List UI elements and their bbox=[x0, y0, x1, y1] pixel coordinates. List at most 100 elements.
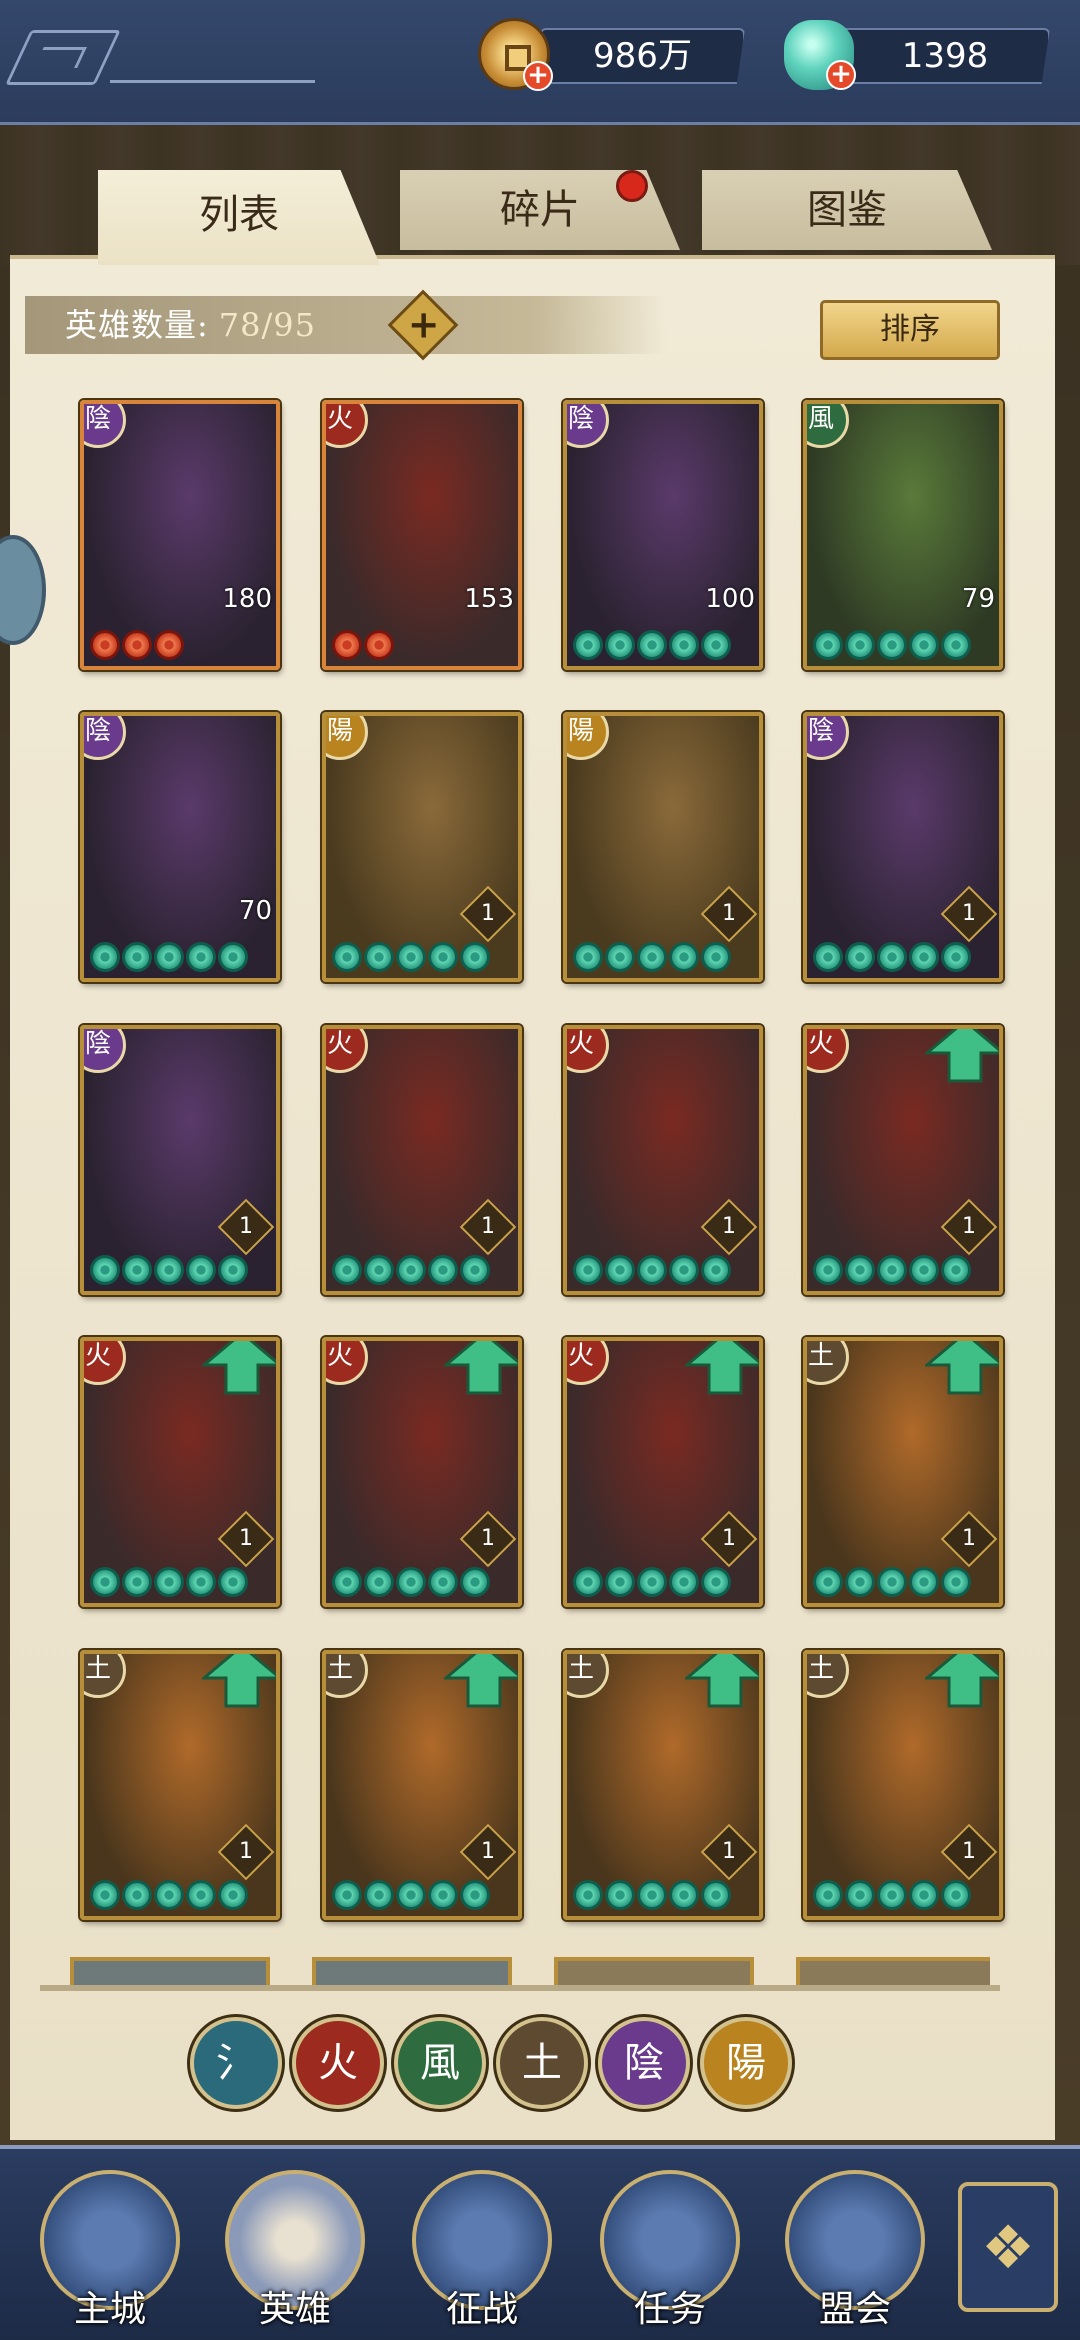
hero-card[interactable]: 火1 bbox=[322, 1337, 522, 1607]
hero-card[interactable] bbox=[70, 1957, 270, 1985]
upgrade-arrow-icon bbox=[925, 1341, 999, 1395]
level-value: 1 bbox=[481, 1839, 495, 1864]
level-badge: 180 bbox=[222, 584, 272, 614]
level-value: 1 bbox=[481, 1214, 495, 1239]
hero-card[interactable]: 陰 180 bbox=[80, 400, 280, 670]
star-rating bbox=[573, 630, 731, 660]
star-icon bbox=[218, 942, 248, 972]
star-icon bbox=[637, 1567, 667, 1597]
tab-list[interactable]: 列表 bbox=[98, 170, 380, 265]
hero-card[interactable]: 風 79 bbox=[803, 400, 1003, 670]
filter-yang-button[interactable]: 陽 bbox=[700, 2017, 792, 2109]
hero-card[interactable]: 陰 70 bbox=[80, 712, 280, 982]
star-icon bbox=[637, 1255, 667, 1285]
level-badge: 79 bbox=[961, 584, 995, 614]
add-gems-icon[interactable]: + bbox=[826, 60, 856, 90]
star-icon bbox=[90, 630, 120, 660]
filter-earth-button[interactable]: 土 bbox=[496, 2017, 588, 2109]
star-icon bbox=[909, 1567, 939, 1597]
hero-card[interactable]: 土1 bbox=[80, 1650, 280, 1920]
hero-card[interactable]: 陰1 bbox=[803, 712, 1003, 982]
hero-card[interactable]: 火 153 bbox=[322, 400, 522, 670]
add-coins-icon[interactable]: + bbox=[523, 61, 553, 91]
tab-codex[interactable]: 图鉴 bbox=[702, 170, 992, 250]
star-icon bbox=[154, 942, 184, 972]
star-icon bbox=[364, 1255, 394, 1285]
star-icon bbox=[845, 942, 875, 972]
star-icon bbox=[877, 942, 907, 972]
star-icon bbox=[122, 630, 152, 660]
star-icon bbox=[90, 1255, 120, 1285]
hero-card[interactable]: 陽1 bbox=[563, 712, 763, 982]
star-icon bbox=[909, 630, 939, 660]
star-rating bbox=[90, 942, 248, 972]
gem-pouch-icon[interactable]: + bbox=[784, 20, 856, 90]
nav-guild[interactable]: 盟会 bbox=[785, 2170, 925, 2330]
nav-battle[interactable]: 征战 bbox=[412, 2170, 552, 2330]
star-icon bbox=[813, 1880, 843, 1910]
upgrade-arrow-icon bbox=[202, 1341, 276, 1395]
hero-count-label: 英雄数量: bbox=[65, 306, 209, 344]
hero-card[interactable]: 火1 bbox=[322, 1025, 522, 1295]
level-badge: 153 bbox=[464, 584, 514, 614]
hero-card[interactable]: 土1 bbox=[803, 1650, 1003, 1920]
nav-label: 英雄 bbox=[258, 2289, 331, 2330]
hero-card[interactable]: 火1 bbox=[80, 1337, 280, 1607]
star-icon bbox=[332, 1880, 362, 1910]
star-rating bbox=[332, 630, 394, 660]
hero-card[interactable]: 陰1 bbox=[80, 1025, 280, 1295]
star-icon bbox=[813, 1567, 843, 1597]
star-icon bbox=[332, 942, 362, 972]
star-rating bbox=[813, 1880, 971, 1910]
star-icon bbox=[460, 1567, 490, 1597]
nav-city[interactable]: 主城 bbox=[40, 2170, 180, 2330]
filter-fire-button[interactable]: 火 bbox=[292, 2017, 384, 2109]
nav-heroes[interactable]: 英雄 bbox=[225, 2170, 365, 2330]
hero-card[interactable] bbox=[554, 1957, 754, 1985]
nav-label: 征战 bbox=[445, 2289, 518, 2330]
star-icon bbox=[573, 942, 603, 972]
star-rating bbox=[90, 1880, 248, 1910]
star-icon bbox=[460, 1880, 490, 1910]
star-icon bbox=[154, 1567, 184, 1597]
hero-card[interactable]: 土1 bbox=[322, 1650, 522, 1920]
upgrade-arrow-icon bbox=[925, 1029, 999, 1083]
star-icon bbox=[669, 630, 699, 660]
filter-yin-button[interactable]: 陰 bbox=[598, 2017, 690, 2109]
hero-card[interactable]: 陽1 bbox=[322, 712, 522, 982]
hero-card[interactable]: 火1 bbox=[563, 1025, 763, 1295]
divider bbox=[110, 80, 315, 83]
star-rating bbox=[332, 942, 490, 972]
star-icon bbox=[941, 1567, 971, 1597]
filter-water-button[interactable]: 氵 bbox=[190, 2017, 282, 2109]
nav-quests[interactable]: 任务 bbox=[600, 2170, 740, 2330]
star-rating bbox=[813, 1255, 971, 1285]
hero-card[interactable]: 火1 bbox=[563, 1337, 763, 1607]
coin-icon[interactable]: + bbox=[478, 18, 553, 91]
hero-card[interactable]: 土1 bbox=[563, 1650, 763, 1920]
star-icon bbox=[605, 942, 635, 972]
sort-button[interactable]: 排序 bbox=[820, 300, 1000, 360]
level-badge: 100 bbox=[705, 584, 755, 614]
upgrade-arrow-icon bbox=[685, 1654, 759, 1708]
hero-card[interactable]: 火1 bbox=[803, 1025, 1003, 1295]
hero-card[interactable] bbox=[796, 1957, 990, 1985]
hero-card[interactable]: 陰 100 bbox=[563, 400, 763, 670]
star-rating bbox=[332, 1880, 490, 1910]
filter-wind-button[interactable]: 風 bbox=[394, 2017, 486, 2109]
hero-grid-next-row bbox=[70, 1957, 990, 1985]
star-icon bbox=[364, 630, 394, 660]
star-icon bbox=[845, 1880, 875, 1910]
star-rating bbox=[90, 1255, 248, 1285]
star-icon bbox=[154, 1255, 184, 1285]
more-menu-icon[interactable]: ❖ bbox=[958, 2182, 1058, 2312]
star-rating bbox=[573, 942, 731, 972]
hero-card[interactable] bbox=[312, 1957, 512, 1985]
star-icon bbox=[909, 1255, 939, 1285]
star-icon bbox=[813, 1255, 843, 1285]
star-icon bbox=[573, 1880, 603, 1910]
star-icon bbox=[428, 1255, 458, 1285]
star-icon bbox=[90, 942, 120, 972]
level-value: 1 bbox=[722, 901, 736, 926]
hero-card[interactable]: 土1 bbox=[803, 1337, 1003, 1607]
